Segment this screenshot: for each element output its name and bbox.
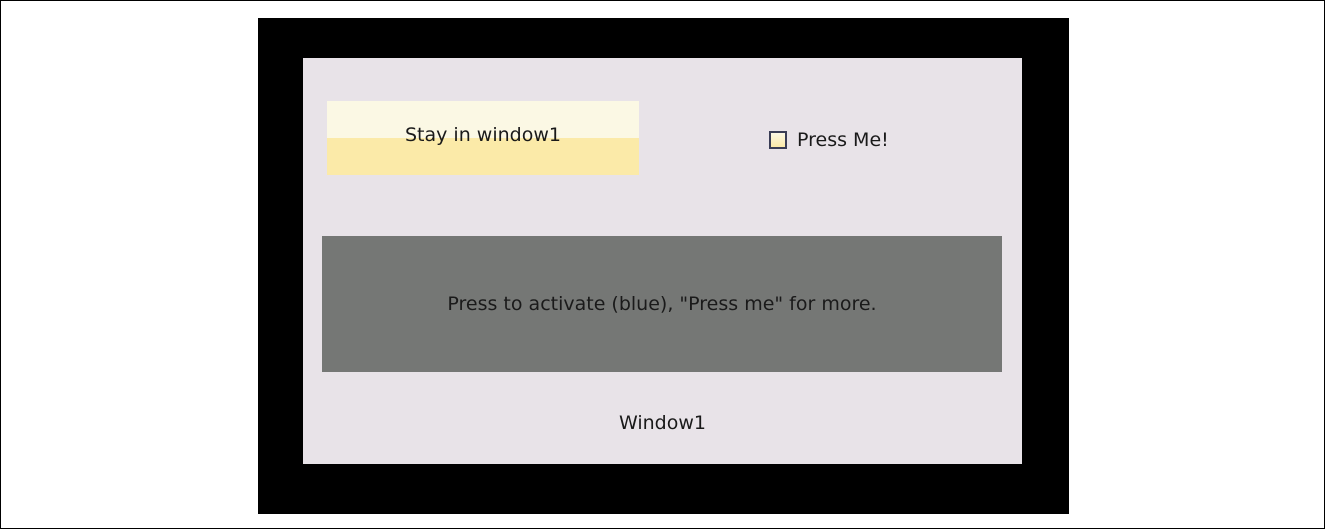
stay-in-window1-button[interactable]: Stay in window1 — [327, 101, 639, 175]
checkbox-icon[interactable] — [769, 131, 787, 149]
press-me-label[interactable]: Press Me! — [797, 129, 889, 151]
activate-instruction-text: Press to activate (blue), "Press me" for… — [447, 293, 877, 315]
page-frame: Stay in window1 Press Me! Press to activ… — [0, 0, 1325, 529]
window-title-label: Window1 — [618, 412, 706, 434]
window1: Stay in window1 Press Me! Press to activ… — [303, 58, 1022, 464]
activate-area[interactable]: Press to activate (blue), "Press me" for… — [322, 236, 1002, 372]
screen-area: Stay in window1 Press Me! Press to activ… — [258, 18, 1069, 514]
press-me-checkbox[interactable]: Press Me! — [769, 128, 889, 152]
